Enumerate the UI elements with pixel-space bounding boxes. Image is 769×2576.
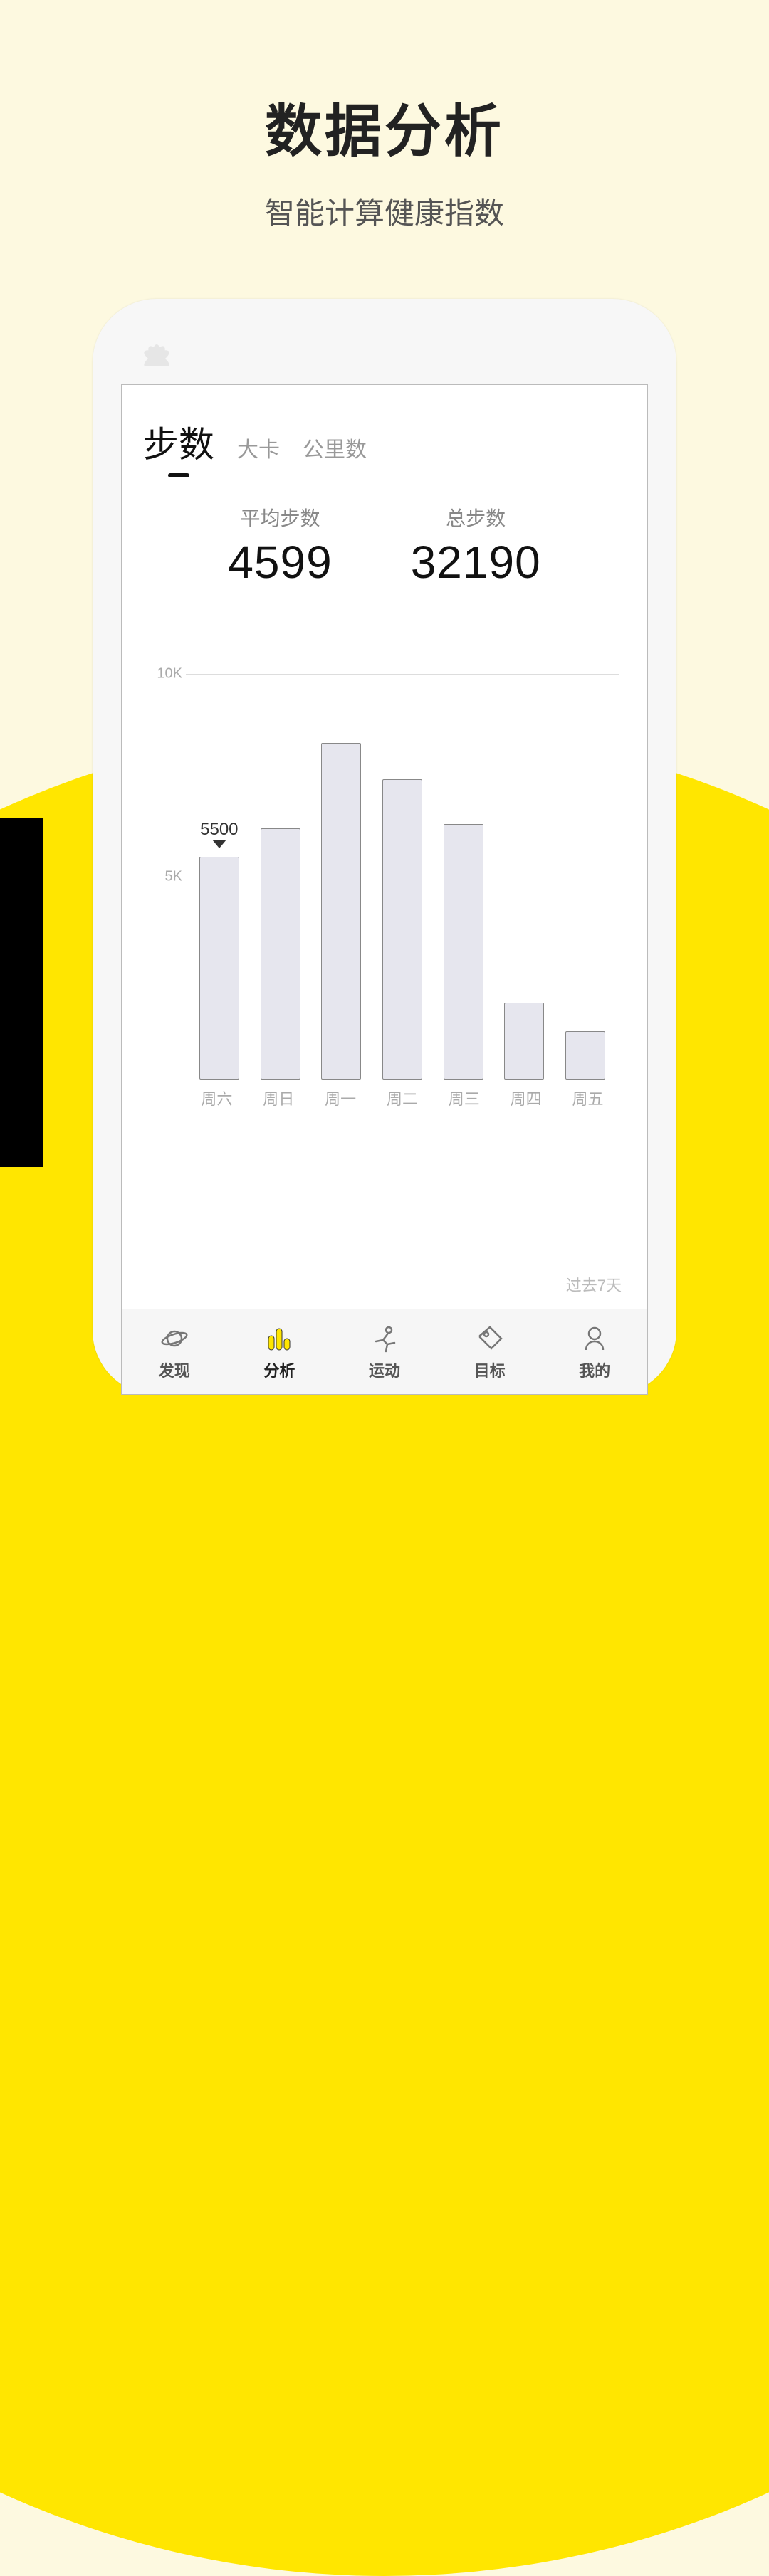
chart-bar [382,779,422,1080]
chart-x-label: 周五 [567,1087,607,1109]
chart-callout-arrow-icon [212,840,226,848]
chart-x-label: 周四 [506,1087,546,1109]
tab-calories[interactable]: 大卡 [237,432,280,463]
chart-bar [504,1003,544,1080]
chart-caption: 过去7天 [566,1273,622,1296]
page-title: 数据分析 [0,85,769,168]
chart-x-label: 周一 [320,1087,360,1109]
nav-mine[interactable]: 我的 [579,1323,610,1381]
chart-y-tick: 5K [143,869,182,885]
tab-steps[interactable]: 步数 [143,416,214,468]
chart-y-tick: 10K [143,666,182,682]
stat-total-label: 总步数 [411,503,541,532]
stat-total-value: 32190 [411,536,541,588]
nav-mine-label: 我的 [579,1358,610,1381]
chart-bar: 5500 [199,857,239,1080]
chart-bar [321,743,361,1080]
person-icon [579,1323,610,1354]
summary-stats: 平均步数 4599 总步数 32190 [122,503,647,588]
nav-sport-label: 运动 [369,1358,400,1381]
nav-analysis-label: 分析 [263,1358,295,1381]
phone-screen: 步数 大卡 公里数 平均步数 4599 总步数 32190 5K10K5500 … [121,384,648,1395]
nav-sport[interactable]: 运动 [369,1323,400,1381]
steps-bar-chart: 5K10K5500 周六周日周一周二周三周四周五 [143,674,626,1115]
chart-bar [444,824,483,1080]
stat-average-value: 4599 [228,536,332,588]
nav-discover[interactable]: 发现 [159,1323,190,1381]
nav-discover-label: 发现 [159,1358,190,1381]
huawei-logo-icon [128,326,185,369]
stat-average-label: 平均步数 [228,503,332,532]
stat-average: 平均步数 4599 [228,503,332,588]
chart-x-label: 周二 [382,1087,422,1109]
nav-analysis[interactable]: 分析 [263,1323,295,1381]
tab-distance[interactable]: 公里数 [303,432,367,463]
phone-frame: 步数 大卡 公里数 平均步数 4599 总步数 32190 5K10K5500 … [93,299,676,1395]
chart-bar [565,1031,605,1080]
chart-bar [261,828,300,1080]
planet-icon [159,1323,190,1354]
chart-x-label: 周日 [258,1087,298,1109]
chart-callout: 5500 [200,820,238,835]
nav-goal-label: 目标 [474,1358,506,1381]
chart-x-label: 周三 [444,1087,484,1109]
nav-goal[interactable]: 目标 [474,1323,506,1381]
tag-icon [474,1323,506,1354]
stat-total: 总步数 32190 [411,503,541,588]
runner-icon [369,1323,400,1354]
background-black-box [0,818,43,1167]
chart-x-label: 周六 [197,1087,236,1109]
bars-icon [263,1323,295,1354]
page-subtitle: 智能计算健康指数 [0,189,769,233]
bottom-nav: 发现 分析 运动 [122,1309,647,1394]
metric-tabs: 步数 大卡 公里数 [122,385,647,468]
